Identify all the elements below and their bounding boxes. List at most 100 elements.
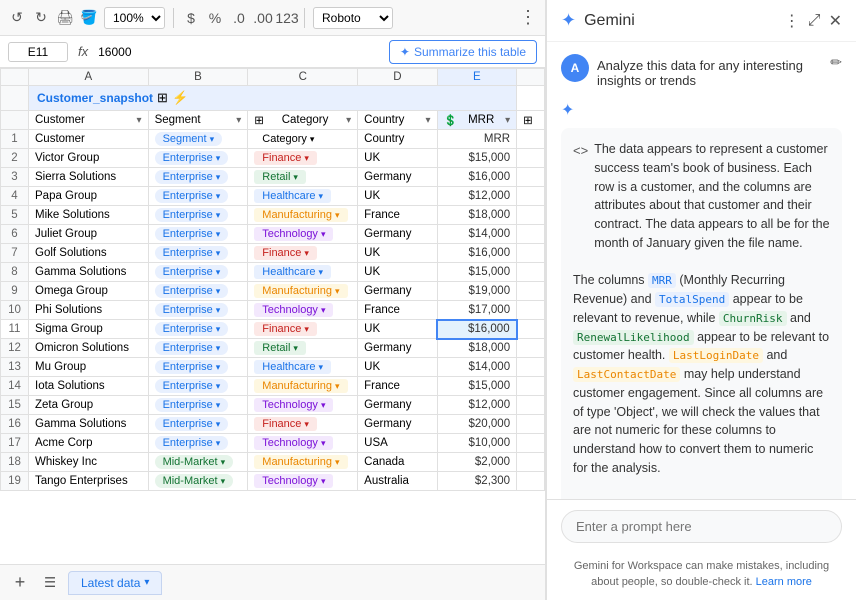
prompt-input[interactable]	[561, 510, 842, 543]
percent-icon[interactable]: %	[206, 9, 224, 27]
col-header-category[interactable]: ⊞ Category ▾	[248, 111, 358, 130]
customer-cell[interactable]: Mike Solutions	[29, 206, 149, 225]
category-dropdown-arrow[interactable]: ▾	[335, 286, 340, 297]
segment-cell[interactable]: Enterprise ▾	[148, 225, 248, 244]
country-filter-icon[interactable]: ▾	[426, 115, 431, 126]
country-cell[interactable]: UK	[358, 244, 437, 263]
customer-cell[interactable]: Whiskey Inc	[29, 453, 149, 472]
country-cell[interactable]: Germany	[358, 225, 437, 244]
customer-cell[interactable]: Victor Group	[29, 149, 149, 168]
category-cell[interactable]: Category ▾	[248, 130, 358, 149]
mrr-cell[interactable]: MRR	[437, 130, 517, 149]
segment-dropdown-arrow[interactable]: ▾	[216, 343, 221, 354]
mrr-cell[interactable]: $15,000	[437, 149, 517, 168]
table-row[interactable]: 13Mu GroupEnterprise ▾Healthcare ▾UK$14,…	[1, 358, 545, 377]
category-dropdown-arrow[interactable]: ▾	[321, 305, 326, 316]
segment-dropdown-arrow[interactable]: ▾	[216, 438, 221, 449]
segment-cell[interactable]: Enterprise ▾	[148, 339, 248, 358]
table-row[interactable]: 10Phi SolutionsEnterprise ▾Technology ▾F…	[1, 301, 545, 320]
category-cell[interactable]: Healthcare ▾	[248, 358, 358, 377]
col-header-customer[interactable]: Customer ▾	[29, 111, 149, 130]
table-row[interactable]: 9Omega GroupEnterprise ▾Manufacturing ▾G…	[1, 282, 545, 301]
mrr-cell[interactable]: $15,000	[437, 377, 517, 396]
sheet-container[interactable]: A B C D E Customer_snapshot ⊞ ⚡	[0, 68, 545, 564]
segment-dropdown-arrow[interactable]: ▾	[210, 134, 215, 145]
segment-dropdown-arrow[interactable]: ▾	[216, 362, 221, 373]
category-cell[interactable]: Manufacturing ▾	[248, 377, 358, 396]
more-toolbar-btn[interactable]: ⋮	[519, 7, 537, 28]
col-letter-E[interactable]: E	[437, 69, 517, 86]
decimal-decrease-icon[interactable]: .0	[230, 9, 248, 27]
customer-cell[interactable]: Acme Corp	[29, 434, 149, 453]
table-row[interactable]: 3Sierra SolutionsEnterprise ▾Retail ▾Ger…	[1, 168, 545, 187]
category-dropdown-arrow[interactable]: ▾	[321, 476, 326, 487]
customer-cell[interactable]: Omicron Solutions	[29, 339, 149, 358]
segment-dropdown-arrow[interactable]: ▾	[216, 191, 221, 202]
category-dropdown-arrow[interactable]: ▾	[304, 419, 309, 430]
segment-dropdown-arrow[interactable]: ▾	[221, 476, 226, 487]
category-dropdown-arrow[interactable]: ▾	[318, 191, 323, 202]
segment-dropdown-arrow[interactable]: ▾	[216, 153, 221, 164]
segment-dropdown-arrow[interactable]: ▾	[216, 400, 221, 411]
country-cell[interactable]: Country	[358, 130, 437, 149]
customer-cell[interactable]: Sierra Solutions	[29, 168, 149, 187]
mrr-cell[interactable]: $2,000	[437, 453, 517, 472]
decimal-increase-icon[interactable]: .00	[254, 9, 272, 27]
segment-cell[interactable]: Enterprise ▾	[148, 168, 248, 187]
gemini-close-button[interactable]: ✕	[829, 11, 842, 31]
segment-cell[interactable]: Segment ▾	[148, 130, 248, 149]
mrr-cell[interactable]: $19,000	[437, 282, 517, 301]
col-header-country[interactable]: Country ▾	[358, 111, 437, 130]
gemini-more-button[interactable]: ⋮	[784, 11, 800, 31]
paint-icon[interactable]: 🪣	[80, 9, 98, 27]
segment-cell[interactable]: Enterprise ▾	[148, 149, 248, 168]
customer-cell[interactable]: Gamma Solutions	[29, 415, 149, 434]
segment-cell[interactable]: Enterprise ▾	[148, 358, 248, 377]
segment-cell[interactable]: Enterprise ▾	[148, 415, 248, 434]
category-dropdown-arrow[interactable]: ▾	[321, 400, 326, 411]
category-dropdown-arrow[interactable]: ▾	[321, 438, 326, 449]
category-dropdown-arrow[interactable]: ▾	[293, 172, 298, 183]
country-cell[interactable]: UK	[358, 358, 437, 377]
category-cell[interactable]: Technology ▾	[248, 301, 358, 320]
country-cell[interactable]: UK	[358, 320, 437, 339]
table-row[interactable]: 11Sigma GroupEnterprise ▾Finance ▾UK$16,…	[1, 320, 545, 339]
table-row[interactable]: 6Juliet GroupEnterprise ▾Technology ▾Ger…	[1, 225, 545, 244]
currency-icon[interactable]: $	[182, 9, 200, 27]
mrr-cell[interactable]: $18,000	[437, 339, 517, 358]
customer-cell[interactable]: Gamma Solutions	[29, 263, 149, 282]
col-letter-A[interactable]: A	[29, 69, 149, 86]
mrr-cell[interactable]: $16,000	[437, 244, 517, 263]
country-cell[interactable]: Germany	[358, 282, 437, 301]
segment-dropdown-arrow[interactable]: ▾	[216, 305, 221, 316]
mrr-cell[interactable]: $20,000	[437, 415, 517, 434]
mrr-cell[interactable]: $12,000	[437, 187, 517, 206]
col-letter-D[interactable]: D	[358, 69, 437, 86]
segment-dropdown-arrow[interactable]: ▾	[216, 248, 221, 259]
table-row[interactable]: 15Zeta GroupEnterprise ▾Technology ▾Germ…	[1, 396, 545, 415]
category-cell[interactable]: Retail ▾	[248, 339, 358, 358]
segment-dropdown-arrow[interactable]: ▾	[216, 419, 221, 430]
mrr-cell[interactable]: $14,000	[437, 358, 517, 377]
category-dropdown-arrow[interactable]: ▾	[335, 210, 340, 221]
summarize-table-button[interactable]: ✦ Summarize this table	[389, 40, 537, 64]
segment-cell[interactable]: Mid-Market ▾	[148, 453, 248, 472]
customer-cell[interactable]: Mu Group	[29, 358, 149, 377]
category-dropdown-arrow[interactable]: ▾	[293, 343, 298, 354]
country-cell[interactable]: Germany	[358, 168, 437, 187]
undo-icon[interactable]: ↺	[8, 9, 26, 27]
country-cell[interactable]: UK	[358, 263, 437, 282]
category-cell[interactable]: Technology ▾	[248, 396, 358, 415]
table-row[interactable]: 17Acme CorpEnterprise ▾Technology ▾USA$1…	[1, 434, 545, 453]
customer-cell[interactable]: Papa Group	[29, 187, 149, 206]
col-letter-B[interactable]: B	[148, 69, 248, 86]
table-row[interactable]: 1CustomerSegment ▾Category ▾CountryMRR	[1, 130, 545, 149]
table-row[interactable]: 16Gamma SolutionsEnterprise ▾Finance ▾Ge…	[1, 415, 545, 434]
country-cell[interactable]: Germany	[358, 339, 437, 358]
customer-filter-icon[interactable]: ▾	[137, 115, 142, 126]
segment-cell[interactable]: Enterprise ▾	[148, 263, 248, 282]
customer-cell[interactable]: Customer	[29, 130, 149, 149]
country-cell[interactable]: Australia	[358, 472, 437, 491]
segment-dropdown-arrow[interactable]: ▾	[216, 267, 221, 278]
country-cell[interactable]: Germany	[358, 396, 437, 415]
